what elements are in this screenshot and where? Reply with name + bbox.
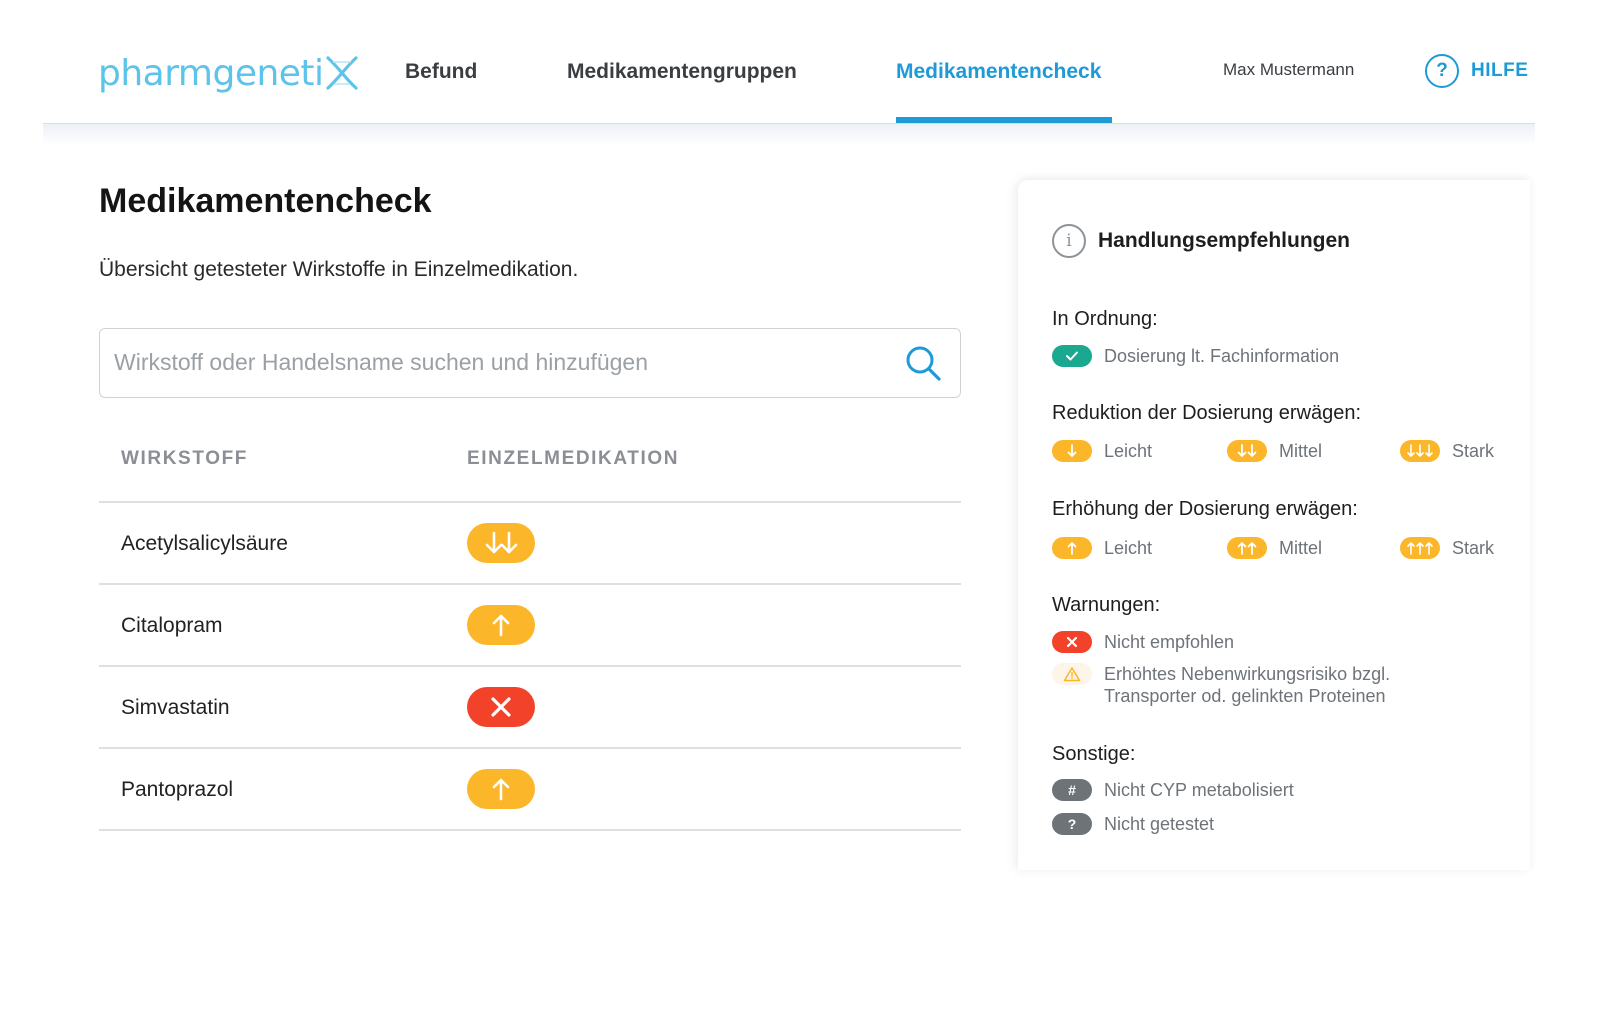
- legend-item-reduce-strong: Stark: [1400, 440, 1494, 462]
- info-icon: i: [1052, 224, 1086, 258]
- nav-tab-medikamentengruppen[interactable]: Medikamentengruppen: [567, 60, 797, 84]
- medication-table: WIRKSTOFF EINZELMEDIKATION Acetylsalicyl…: [99, 430, 961, 831]
- legend-item-ok: Dosierung lt. Fachinformation: [1052, 345, 1339, 367]
- nav-tab-medikamentencheck[interactable]: Medikamentencheck: [896, 60, 1101, 84]
- check-icon: [1052, 345, 1092, 367]
- section-label-increase: Erhöhung der Dosierung erwägen:: [1052, 498, 1358, 520]
- pharmgenetix-logo[interactable]: pharmgeneti: [98, 46, 359, 94]
- nav-tab-befund[interactable]: Befund: [405, 60, 477, 84]
- active-tab-indicator: [896, 117, 1112, 123]
- arrow-down-icon: [1052, 440, 1092, 462]
- legend-text: Nicht CYP metabolisiert: [1104, 779, 1294, 800]
- question-icon: ?: [1052, 813, 1092, 835]
- double-arrow-up-icon: [1227, 537, 1267, 559]
- section-label-warnings: Warnungen:: [1052, 594, 1161, 616]
- logo-x-mark-icon: [325, 56, 358, 90]
- legend-text-line: Transporter od. gelinkten Proteinen: [1104, 686, 1386, 706]
- recommendations-panel: i Handlungsempfehlungen In Ordnung: Dosi…: [1018, 180, 1530, 870]
- table-row[interactable]: Citalopram: [99, 585, 961, 667]
- drug-name: Pantoprazol: [121, 778, 234, 801]
- table-row[interactable]: Simvastatin: [99, 667, 961, 749]
- panel-header: i Handlungsempfehlungen: [1052, 224, 1350, 258]
- section-label-ok: In Ordnung:: [1052, 308, 1158, 330]
- logo-text: pharmgeneti: [98, 53, 324, 94]
- legend-item-increase-strong: Stark: [1400, 537, 1494, 559]
- search-input[interactable]: [114, 329, 874, 395]
- triple-arrow-down-icon: [1400, 440, 1440, 462]
- page-subtitle: Übersicht getesteter Wirkstoffe in Einze…: [99, 258, 579, 281]
- question-glyph: ?: [1067, 816, 1077, 832]
- top-navigation-bar: pharmgeneti Befund Medikamentengruppen M…: [43, 0, 1535, 124]
- legend-text: Stark: [1452, 537, 1495, 558]
- drug-name: Simvastatin: [121, 696, 230, 719]
- panel-title: Handlungsempfehlungen: [1098, 229, 1350, 252]
- triple-arrow-up-icon: [1400, 537, 1440, 559]
- legend-item-reduce-light: Leicht: [1052, 440, 1152, 462]
- section-label-reduce: Reduktion der Dosierung erwägen:: [1052, 402, 1362, 424]
- section-label-other: Sonstige:: [1052, 743, 1136, 765]
- search-box: [99, 328, 961, 398]
- table-row[interactable]: Acetylsalicylsäure: [99, 503, 961, 585]
- table-header: WIRKSTOFF EINZELMEDIKATION: [99, 430, 961, 503]
- legend-text: Leicht: [1104, 537, 1153, 558]
- legend-item-side-effect-risk: Erhöhtes Nebenwirkungsrisiko bzgl. Trans…: [1052, 663, 1390, 707]
- legend-text: Dosierung lt. Fachinformation: [1104, 345, 1340, 366]
- page-title: Medikamentencheck: [99, 182, 432, 220]
- header-shadow: [43, 124, 1535, 146]
- legend-text: Mittel: [1279, 440, 1323, 461]
- double-arrow-down-icon[interactable]: [467, 523, 535, 563]
- arrow-up-icon[interactable]: [467, 769, 535, 809]
- drug-name: Acetylsalicylsäure: [121, 532, 288, 555]
- legend-text: Nicht empfohlen: [1104, 631, 1235, 652]
- column-header-einzelmedikation: EINZELMEDIKATION: [467, 448, 680, 469]
- legend-item-increase-light: Leicht: [1052, 537, 1152, 559]
- hash-icon: #: [1052, 779, 1092, 801]
- drug-name: Citalopram: [121, 614, 223, 637]
- legend-text: Leicht: [1104, 440, 1153, 461]
- legend-item-not-tested: ? Nicht getestet: [1052, 813, 1214, 835]
- cross-icon: [1052, 631, 1092, 653]
- help-question-icon: ?: [1425, 54, 1459, 88]
- help-label: HILFE: [1471, 60, 1529, 81]
- legend-text: Erhöhtes Nebenwirkungsrisiko bzgl. Trans…: [1104, 663, 1390, 707]
- legend-text-line: Erhöhtes Nebenwirkungsrisiko bzgl.: [1104, 664, 1391, 684]
- legend-item-increase-medium: Mittel: [1227, 537, 1322, 559]
- column-header-wirkstoff: WIRKSTOFF: [121, 448, 248, 469]
- search-icon[interactable]: [903, 343, 943, 383]
- legend-text: Mittel: [1279, 537, 1323, 558]
- user-name[interactable]: Max Mustermann: [1223, 60, 1354, 80]
- legend-text: Nicht getestet: [1104, 813, 1215, 834]
- legend-item-not-recommended: Nicht empfohlen: [1052, 631, 1234, 653]
- warning-triangle-icon: [1052, 663, 1092, 685]
- arrow-up-icon: [1052, 537, 1092, 559]
- table-row[interactable]: Pantoprazol: [99, 749, 961, 831]
- arrow-up-icon[interactable]: [467, 605, 535, 645]
- double-arrow-down-icon: [1227, 440, 1267, 462]
- cross-icon[interactable]: [467, 687, 535, 727]
- legend-text: Stark: [1452, 440, 1495, 461]
- help-button[interactable]: ? HILFE: [1425, 54, 1528, 88]
- legend-item-reduce-medium: Mittel: [1227, 440, 1322, 462]
- hash-glyph: #: [1068, 782, 1076, 798]
- legend-item-not-cyp: # Nicht CYP metabolisiert: [1052, 779, 1294, 801]
